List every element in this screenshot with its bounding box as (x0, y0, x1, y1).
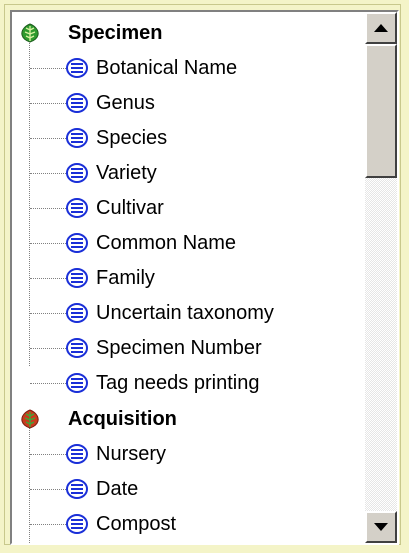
field-tree-view[interactable]: Specimen Botanical Name Genus Species Va… (10, 10, 399, 545)
tree-item[interactable]: Common Name (12, 228, 361, 258)
item-label: Variety (96, 161, 157, 184)
scroll-thumb[interactable] (365, 44, 397, 178)
scroll-up-button[interactable] (365, 12, 397, 44)
tree-item[interactable]: Uncertain taxonomy (12, 298, 361, 328)
item-label: Compost (96, 512, 177, 535)
category-label: Acquisition (68, 407, 177, 430)
vertical-scrollbar[interactable] (365, 12, 397, 543)
tree-category-acquisition[interactable]: Acquisition (12, 404, 361, 434)
tree-branch (30, 173, 66, 174)
field-icon (66, 268, 88, 288)
tree-branch (30, 489, 66, 490)
tree-branch (30, 68, 66, 69)
tree-item[interactable]: Cultivar (12, 193, 361, 223)
item-label: Species (96, 126, 168, 149)
item-label: Date (96, 477, 139, 500)
tree-branch (30, 383, 66, 384)
field-icon (66, 514, 88, 534)
tree-branch (30, 208, 66, 209)
leaf-red-icon (21, 409, 39, 429)
field-icon (66, 303, 88, 323)
tree-item[interactable]: Specimen Number (12, 333, 361, 363)
tree-branch (30, 348, 66, 349)
field-icon (66, 128, 88, 148)
arrow-down-icon (374, 523, 388, 531)
tree-item[interactable]: Compost (12, 509, 361, 539)
item-label: Uncertain taxonomy (96, 301, 274, 324)
tree-item[interactable]: Genus (12, 88, 361, 118)
item-label: Genus (96, 91, 155, 114)
item-label: Tag needs printing (96, 371, 260, 394)
item-label: Common Name (96, 231, 237, 254)
field-icon (66, 93, 88, 113)
field-icon (66, 373, 88, 393)
tree-item[interactable]: Date (12, 474, 361, 504)
tree-category-specimen[interactable]: Specimen (12, 18, 361, 48)
field-icon (66, 58, 88, 78)
tree-branch (30, 313, 66, 314)
item-label: Nursery (96, 442, 167, 465)
tree-item[interactable]: Species (12, 123, 361, 153)
tree-item[interactable]: Tag needs printing (12, 368, 361, 398)
tree-branch (30, 243, 66, 244)
tree-branch (30, 524, 66, 525)
field-icon (66, 479, 88, 499)
field-icon (66, 163, 88, 183)
item-label: Botanical Name (96, 56, 238, 79)
tree-item[interactable]: Botanical Name (12, 53, 361, 83)
tree-item[interactable]: Family (12, 263, 361, 293)
category-label: Specimen (68, 21, 163, 44)
tree-branch (30, 103, 66, 104)
item-label: Cultivar (96, 196, 164, 219)
field-icon (66, 444, 88, 464)
tree-branch (30, 454, 66, 455)
scroll-down-button[interactable] (365, 511, 397, 543)
tree-item[interactable]: Nursery (12, 439, 361, 469)
item-label: Specimen Number (96, 336, 262, 359)
leaf-green-icon (21, 23, 39, 43)
tree-branch (30, 278, 66, 279)
field-icon (66, 338, 88, 358)
arrow-up-icon (374, 24, 388, 32)
tree-content: Specimen Botanical Name Genus Species Va… (12, 12, 361, 543)
item-label: Family (96, 266, 155, 289)
tree-item[interactable]: Variety (12, 158, 361, 188)
field-icon (66, 233, 88, 253)
field-icon (66, 198, 88, 218)
tree-branch (30, 138, 66, 139)
